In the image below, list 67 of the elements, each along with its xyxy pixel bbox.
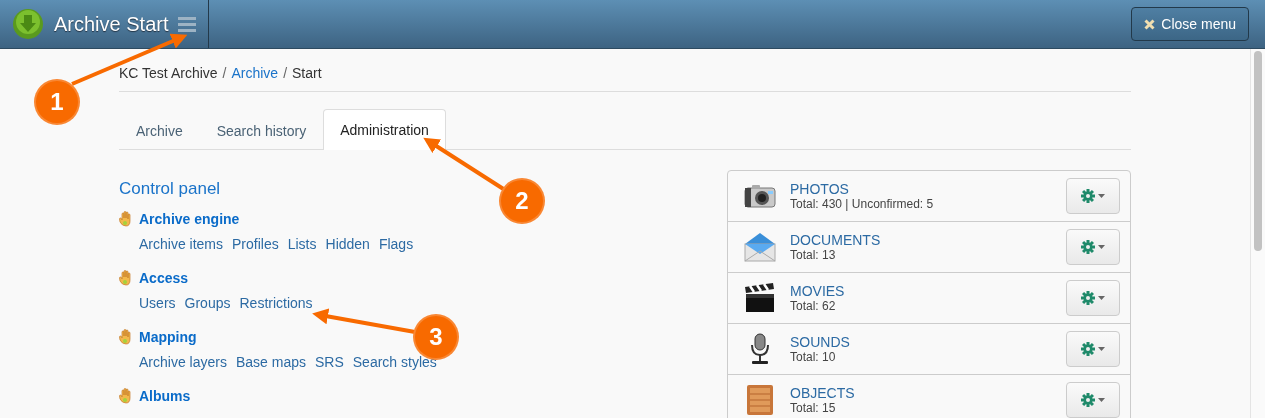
scrollbar-thumb[interactable] [1254,51,1262,251]
close-menu-button[interactable]: Close menu [1131,7,1249,41]
admin-link[interactable]: Base maps [235,354,306,370]
settings-icon [1081,291,1095,305]
envelope-icon [744,231,776,263]
admin-link[interactable]: Flags [378,236,414,252]
breadcrumb-link[interactable]: Archive [231,65,279,81]
callout-number: 2 [499,178,545,224]
collection-link[interactable]: DOCUMENTS [790,232,1066,248]
callout-number: 1 [34,79,80,125]
settings-dropdown-button[interactable] [1066,178,1120,214]
settings-dropdown-button[interactable] [1066,331,1120,367]
breadcrumb-separator: / [283,65,288,81]
collection-summary: Total: 13 [790,248,837,262]
admin-link[interactable]: Hidden [325,236,370,252]
admin-link[interactable]: Groups [184,295,231,311]
caret-icon [1098,347,1105,351]
admin-link[interactable]: Restrictions [239,295,313,311]
microphone-icon [748,333,772,365]
app-title: Archive Start [54,12,169,36]
settings-icon [1081,393,1095,407]
admin-link[interactable]: Lists [287,236,317,252]
breadcrumb-item: KC Test Archive [119,65,218,81]
collection-summary: Total: 15 [790,401,837,415]
breadcrumb-separator: / [222,65,227,81]
section-link[interactable]: Archive engine [139,211,240,227]
collection-summary: Total: 62 [790,299,837,313]
breadcrumb-item: Start [292,65,322,81]
settings-icon [1081,342,1095,356]
settings-icon [1081,189,1095,203]
admin-link[interactable]: SRS [314,354,344,370]
settings-icon [1081,240,1095,254]
caret-icon [1098,296,1105,300]
hand-icon [119,211,133,227]
admin-link[interactable]: Users [139,295,176,311]
menu-icon[interactable] [178,16,197,32]
collection-link[interactable]: SOUNDS [790,334,1066,350]
caret-icon [1098,194,1105,198]
scrollbar[interactable] [1250,49,1265,418]
download-logo-icon [12,8,44,40]
clapperboard-icon [744,283,776,313]
tab[interactable]: Search history [199,110,324,150]
collection-summary: Total: 430 | Unconfirmed: 5 [790,197,935,211]
hand-icon [119,329,133,345]
hand-icon [119,388,133,404]
close-icon [1144,18,1156,30]
collection-link[interactable]: PHOTOS [790,181,1066,197]
section-link[interactable]: Access [139,270,189,286]
settings-dropdown-button[interactable] [1066,382,1120,418]
crate-icon [746,384,774,416]
admin-link[interactable]: Archive layers [139,354,227,370]
settings-dropdown-button[interactable] [1066,280,1120,316]
hand-icon [119,270,133,286]
tab[interactable]: Administration [323,109,446,150]
section-heading: Control panel [119,179,222,199]
collection-link[interactable]: MOVIES [790,283,1066,299]
settings-dropdown-button[interactable] [1066,229,1120,265]
collection-summary: Total: 10 [790,350,837,364]
caret-icon [1098,398,1105,402]
camera-icon [744,184,776,208]
collection-link[interactable]: OBJECTS [790,385,1066,401]
caret-icon [1098,245,1105,249]
tab[interactable]: Archive [119,110,200,150]
admin-link[interactable]: Profiles [232,236,279,252]
section-link[interactable]: Mapping [139,329,197,345]
admin-link[interactable]: Archive items [139,236,224,252]
section-link[interactable]: Albums [139,388,191,404]
